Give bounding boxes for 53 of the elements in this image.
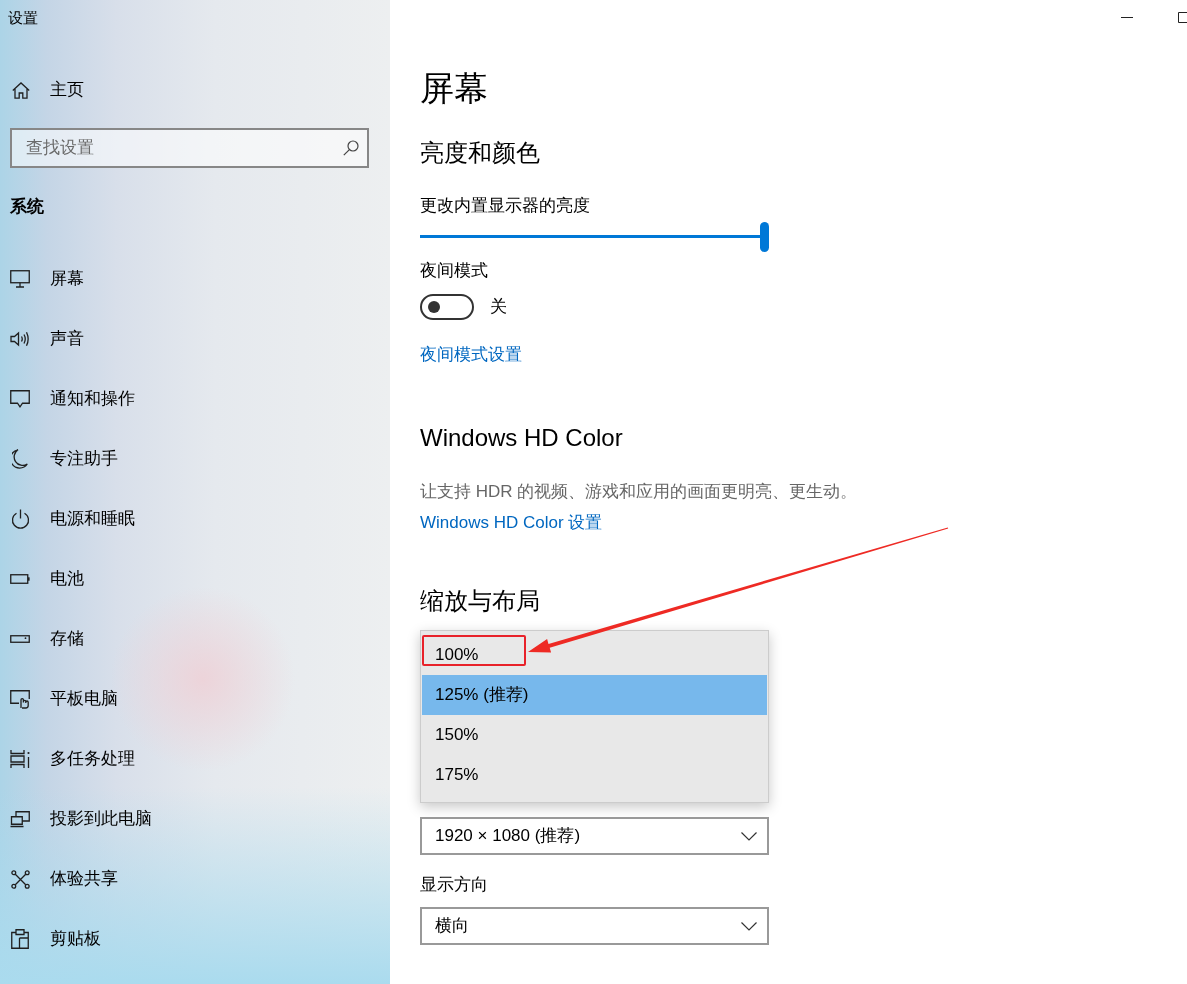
maximize-icon	[1178, 11, 1187, 23]
clipboard-icon	[11, 929, 29, 949]
speech-bubble-icon	[10, 390, 30, 408]
dropdown-label: 显示方向	[420, 874, 488, 896]
scale-option[interactable]: 100%	[422, 635, 767, 675]
chevron-down-icon	[741, 831, 757, 841]
resolution-dropdown[interactable]: 1920 × 1080 (推荐)	[420, 817, 769, 855]
slider-thumb[interactable]	[760, 222, 769, 252]
nav-item[interactable]: 声音	[0, 309, 390, 369]
nav-item[interactable]: 剪贴板	[0, 909, 390, 969]
section-heading: Windows HD Color	[420, 423, 623, 453]
multitask-icon	[10, 749, 30, 769]
nav-item[interactable]: 投影到此电脑	[0, 789, 390, 849]
nav-item[interactable]: 通知和操作	[0, 369, 390, 429]
minimize-icon	[1121, 16, 1133, 18]
night-light-settings-link[interactable]: 夜间模式设置	[420, 343, 522, 367]
tablet-hand-icon	[10, 689, 30, 709]
nav-item[interactable]: 电池	[0, 549, 390, 609]
home-icon	[12, 81, 30, 99]
nav-item[interactable]: 多任务处理	[0, 729, 390, 789]
search-icon	[343, 140, 359, 156]
nav-item[interactable]: 体验共享	[0, 849, 390, 909]
chevron-down-icon	[741, 921, 757, 931]
home-nav-item[interactable]: 主页	[0, 70, 390, 110]
section-heading: 亮度和颜色	[420, 138, 540, 168]
slider-label: 更改内置显示器的亮度	[420, 195, 590, 217]
scale-option[interactable]: 150%	[422, 715, 767, 755]
nav-item[interactable]: 专注助手	[0, 429, 390, 489]
toggle-switch[interactable]	[420, 294, 474, 320]
scale-option[interactable]: 125% (推荐)	[422, 675, 767, 715]
search-field[interactable]: 查找设置	[10, 128, 369, 168]
section-heading: 缩放与布局	[420, 586, 540, 616]
section-heading: 系统	[10, 196, 44, 218]
orientation-dropdown[interactable]: 横向	[420, 907, 769, 945]
storage-drive-icon	[10, 635, 30, 643]
nav-item[interactable]: 存储	[0, 609, 390, 669]
two-screens-icon	[10, 810, 30, 828]
hd-color-settings-link[interactable]: Windows HD Color 设置	[420, 511, 603, 535]
battery-icon	[10, 574, 30, 584]
moon-icon	[12, 449, 28, 469]
monitor-icon	[10, 270, 30, 288]
nav-item[interactable]: 电源和睡眠	[0, 489, 390, 549]
window-title: 设置	[8, 8, 38, 28]
speaker-icon	[10, 331, 30, 347]
nav-item[interactable]: 平板电脑	[0, 669, 390, 729]
page-title: 屏幕	[420, 68, 488, 109]
toggle-label: 夜间模式	[420, 260, 488, 282]
description-text: 让支持 HDR 的视频、游戏和应用的画面更明亮、更生动。	[420, 481, 858, 503]
share-nodes-icon	[10, 869, 30, 889]
power-icon	[10, 509, 30, 529]
toggle-state-label: 关	[490, 296, 507, 318]
nav-item[interactable]: 屏幕	[0, 249, 390, 309]
scale-option[interactable]: 175%	[422, 755, 767, 795]
